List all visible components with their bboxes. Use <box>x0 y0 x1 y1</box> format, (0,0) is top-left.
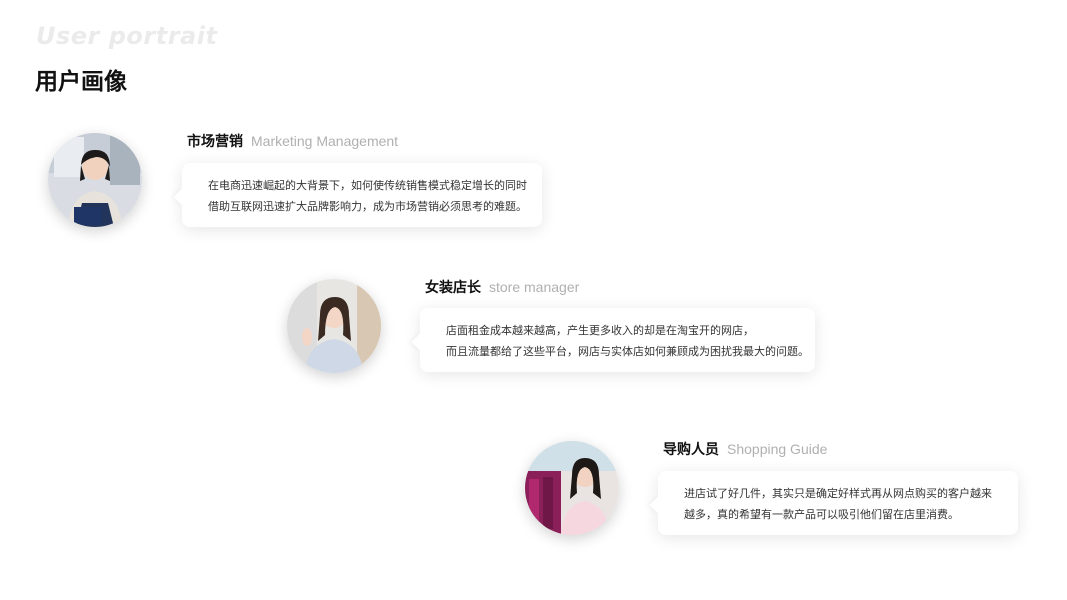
quote-bubble-marketing: 在电商迅速崛起的大背景下，如何使传统销售模式稳定增长的同时 借助互联网迅速扩大品… <box>182 163 542 227</box>
quote-line: 越多，真的希望有一款产品可以吸引他们留在店里消费。 <box>684 508 959 521</box>
avatar-shopping-guide-photo <box>525 441 619 535</box>
role-en: Marketing Management <box>251 133 399 149</box>
quote-bubble-store-manager: 店面租金成本越来越高，产生更多收入的却是在淘宝开的网店， 而且流量都给了这些平台… <box>420 308 815 372</box>
quote-line: 店面租金成本越来越高，产生更多收入的却是在淘宝开的网店， <box>446 324 754 337</box>
quote-line: 进店试了好几件，其实只是确定好样式再从网点购买的客户越来 <box>684 487 992 500</box>
quote-line: 借助互联网迅速扩大品牌影响力，成为市场营销必须思考的难题。 <box>208 200 527 213</box>
avatar-marketing-photo <box>48 133 142 227</box>
role-en: store manager <box>489 279 580 295</box>
role-title-shopping-guide: 导购人员 Shopping Guide <box>663 439 827 459</box>
avatar-store-manager <box>287 279 381 373</box>
avatar-marketing <box>48 133 142 227</box>
avatar-shopping-guide <box>525 441 619 535</box>
role-title-marketing: 市场营销 Marketing Management <box>187 131 398 151</box>
quote-line: 在电商迅速崛起的大背景下，如何使传统销售模式稳定增长的同时 <box>208 179 527 192</box>
role-cn: 导购人员 <box>663 442 719 458</box>
page-title: 用户画像 <box>35 69 127 95</box>
role-cn: 市场营销 <box>187 134 243 150</box>
quote-bubble-shopping-guide: 进店试了好几件，其实只是确定好样式再从网点购买的客户越来 越多，真的希望有一款产… <box>658 471 1018 535</box>
page: User portrait 用户画像 市场营销 Marketing Managem… <box>0 0 1067 600</box>
role-title-store-manager: 女装店长 store manager <box>425 277 579 297</box>
role-cn: 女装店长 <box>425 280 481 296</box>
quote-line: 而且流量都给了这些平台，网店与实体店如何兼顾成为困扰我最大的问题。 <box>446 345 809 358</box>
avatar-store-manager-photo <box>287 279 381 373</box>
role-en: Shopping Guide <box>727 441 828 457</box>
page-subtitle-en: User portrait <box>36 22 218 50</box>
